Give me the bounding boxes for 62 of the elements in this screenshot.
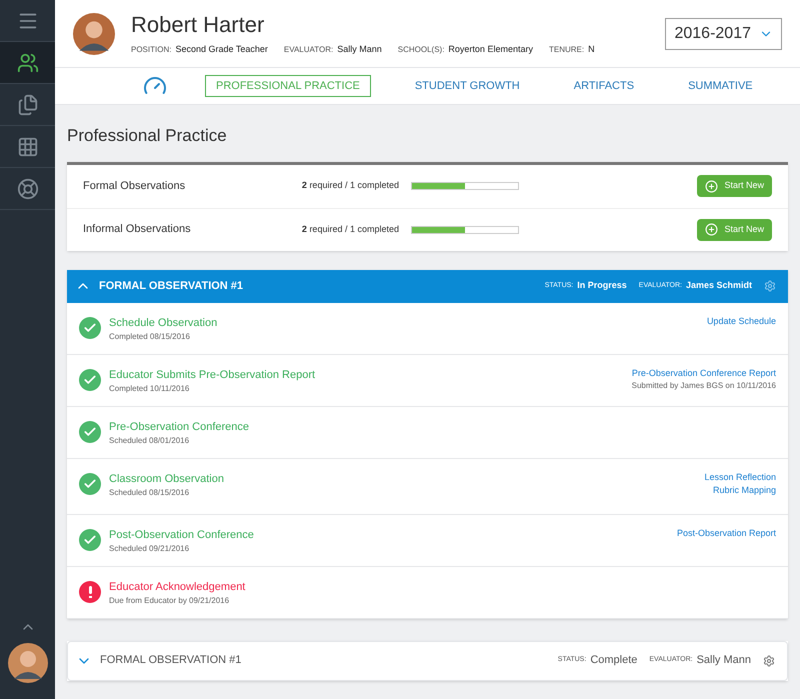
people-icon xyxy=(16,52,38,74)
field-label: SCHOOL(S): xyxy=(398,44,444,56)
observation-type: Formal Observations xyxy=(83,178,186,194)
observation-type: Informal Observations xyxy=(83,222,192,238)
step-link[interactable]: Update Schedule xyxy=(706,314,776,328)
step-link[interactable]: Lesson Reflection xyxy=(704,470,776,484)
step-subtitle: Scheduled 08/15/2016 xyxy=(109,487,190,499)
field-value: Second Grade Teacher xyxy=(175,42,268,56)
step-subtitle: Completed 08/15/2016 xyxy=(109,331,191,343)
step-title[interactable]: Classroom Observation xyxy=(109,470,224,487)
documents-icon xyxy=(16,94,38,116)
year-select[interactable]: 2016-2017 xyxy=(665,18,782,50)
progress-text: 2 required / 1 completed xyxy=(300,179,399,192)
step-title[interactable]: Educator Submits Pre-Observation Report xyxy=(109,366,316,383)
tab[interactable]: STUDENT GROWTH xyxy=(404,75,530,97)
step-title[interactable]: Educator Acknowledgement xyxy=(109,578,246,595)
step-title[interactable]: Post-Observation Conference xyxy=(109,526,254,543)
start-new-button[interactable]: Start New xyxy=(697,175,772,197)
field-label: EVALUATOR: xyxy=(284,44,334,56)
step-link[interactable]: Post-Observation Report xyxy=(676,526,776,540)
tab[interactable]: SUMMATIVE xyxy=(678,75,763,97)
sidebar-item[interactable] xyxy=(0,42,55,84)
observation-title: FORMAL OBSERVATION #1 xyxy=(99,278,244,294)
step-note: Submitted by James BGS on 10/11/2016 xyxy=(632,380,776,392)
field-label: TENURE: xyxy=(548,44,584,56)
field-value: Royerton Elementary xyxy=(448,42,533,56)
start-new-button[interactable]: Start New xyxy=(697,218,772,240)
field-value: Sally Mann xyxy=(337,42,382,56)
field-label: POSITION: xyxy=(131,44,172,56)
step-title[interactable]: Pre-Observation Conference xyxy=(109,418,250,435)
observation-title: FORMAL OBSERVATION #1 xyxy=(100,653,242,668)
avatar xyxy=(73,12,115,54)
tab[interactable]: ARTIFACTS xyxy=(564,75,644,97)
step-title[interactable]: Schedule Observation xyxy=(109,314,218,331)
check-icon xyxy=(79,528,101,550)
check-icon xyxy=(79,368,101,390)
check-icon xyxy=(79,316,101,338)
settings-icon[interactable] xyxy=(764,280,776,292)
status-value: In Progress xyxy=(577,279,627,292)
evaluator-value: Sally Mann xyxy=(696,653,751,668)
field-value: N xyxy=(588,42,595,56)
grid-icon xyxy=(16,136,38,158)
evaluator-value: James Schmidt xyxy=(686,279,752,292)
avatar xyxy=(8,643,48,683)
teacher-name: Robert Harter xyxy=(131,10,266,39)
page-title: Professional Practice xyxy=(67,125,228,147)
check-icon xyxy=(79,472,101,494)
step-subtitle: Scheduled 08/01/2016 xyxy=(109,435,190,447)
step-link[interactable]: Rubric Mapping xyxy=(712,484,776,498)
tab[interactable]: PROFESSIONAL PRACTICE xyxy=(205,75,371,97)
status-value: Complete xyxy=(590,653,638,668)
lifebuoy-icon xyxy=(16,178,38,200)
alert-icon xyxy=(79,580,101,602)
step-subtitle: Scheduled 09/21/2016 xyxy=(109,543,190,555)
step-subtitle: Completed 10/11/2016 xyxy=(109,383,190,395)
step-subtitle: Due from Educator by 09/21/2016 xyxy=(109,595,230,607)
check-icon xyxy=(79,420,101,442)
plus-icon xyxy=(705,180,718,192)
settings-icon[interactable] xyxy=(763,654,775,666)
progress-text: 2 required / 1 completed xyxy=(300,222,399,236)
step-link[interactable]: Pre-Observation Conference Report xyxy=(632,366,776,380)
plus-icon xyxy=(705,223,718,236)
